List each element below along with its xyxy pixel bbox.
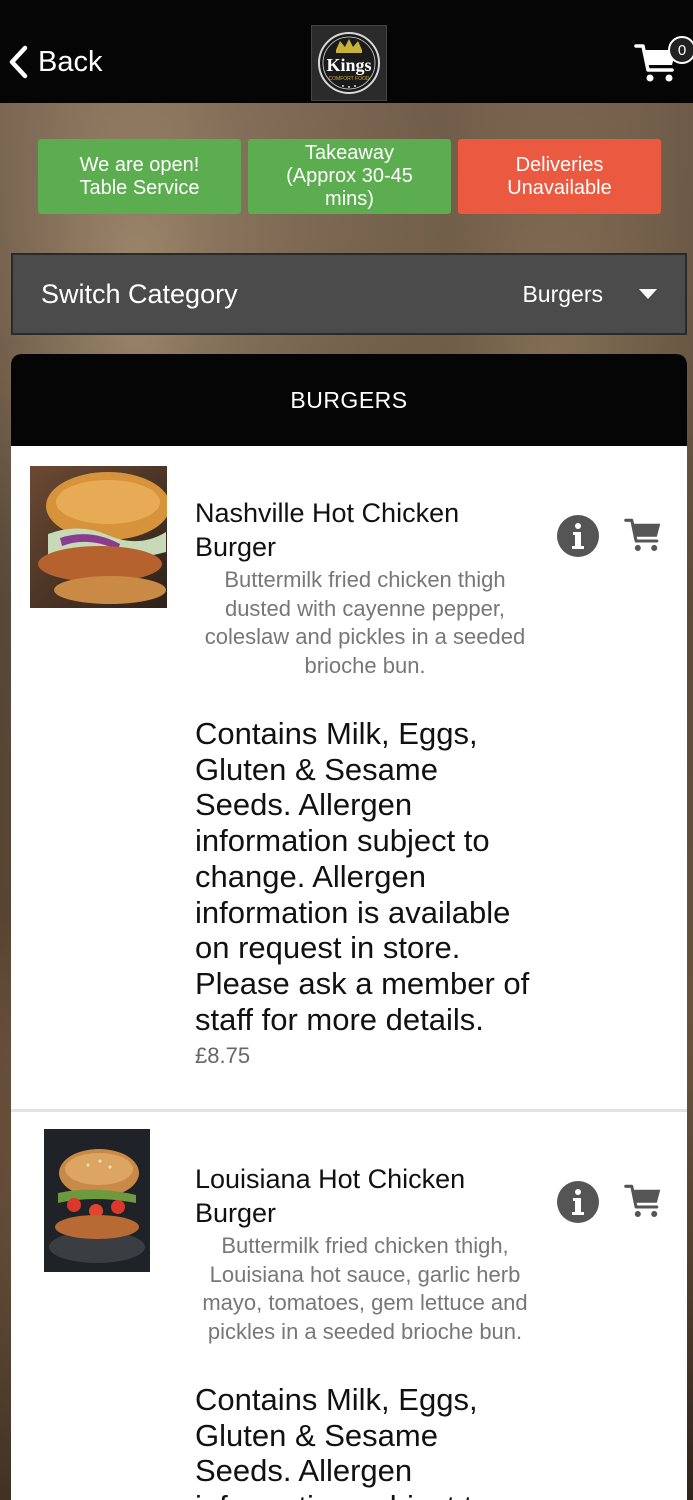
top-bar: Back Kings COMFORT FOOD 0 <box>0 0 693 103</box>
item-info: Nashville Hot Chicken Burger Buttermilk … <box>195 496 535 1069</box>
info-icon <box>557 515 599 557</box>
cart-icon <box>624 518 661 551</box>
item-info-button[interactable] <box>556 1180 600 1224</box>
item-name[interactable]: Louisiana Hot Chicken Burger <box>195 1162 535 1230</box>
header-cart-button[interactable]: 0 <box>632 36 693 88</box>
item-allergen-info: Contains Milk, Eggs, Gluten & Sesame See… <box>195 716 530 1037</box>
item-allergen-info: Contains Milk, Eggs, Gluten & Sesame See… <box>195 1382 490 1500</box>
caret-down-icon <box>639 289 657 299</box>
section-title: BURGERS <box>11 354 687 446</box>
open-table-service-status[interactable]: We are open! Table Service <box>38 139 241 214</box>
add-to-cart-button[interactable] <box>624 516 662 554</box>
takeaway-status[interactable]: Takeaway (Approx 30-45 mins) <box>248 139 451 214</box>
deliveries-status[interactable]: Deliveries Unavailable <box>458 139 661 214</box>
menu-item: Nashville Hot Chicken Burger Buttermilk … <box>11 446 687 1112</box>
svg-text:COMFORT FOOD: COMFORT FOOD <box>329 76 370 82</box>
back-label: Back <box>38 45 103 78</box>
add-to-cart-button[interactable] <box>624 1182 662 1220</box>
switch-category-label: Switch Category <box>41 278 238 309</box>
status-row: We are open! Table Service Takeaway (App… <box>38 139 661 214</box>
burger-photo <box>30 466 167 608</box>
burger-photo <box>44 1129 150 1272</box>
item-info: Louisiana Hot Chicken Burger Buttermilk … <box>195 1162 535 1500</box>
chevron-left-icon <box>9 45 28 79</box>
svg-text:Kings: Kings <box>326 55 371 75</box>
menu-panel: BURGERS Nashville Hot Chicken Burger But… <box>11 354 687 1500</box>
cart-icon <box>624 1184 661 1217</box>
item-description: Buttermilk fried chicken thigh dusted wi… <box>204 567 526 678</box>
item-info-button[interactable] <box>556 514 600 558</box>
back-button[interactable]: Back <box>6 44 102 80</box>
switch-category-dropdown[interactable]: Switch Category Burgers <box>11 253 687 335</box>
info-icon <box>557 1181 599 1223</box>
item-price: £8.75 <box>195 1043 251 1069</box>
item-name[interactable]: Nashville Hot Chicken Burger <box>195 496 535 564</box>
menu-item: Louisiana Hot Chicken Burger Buttermilk … <box>11 1112 687 1500</box>
selected-category: Burgers <box>522 280 603 307</box>
item-description: Buttermilk fried chicken thigh, Louisian… <box>202 1233 528 1344</box>
cart-count-badge: 0 <box>668 36 693 64</box>
kings-logo: Kings COMFORT FOOD <box>311 25 387 101</box>
